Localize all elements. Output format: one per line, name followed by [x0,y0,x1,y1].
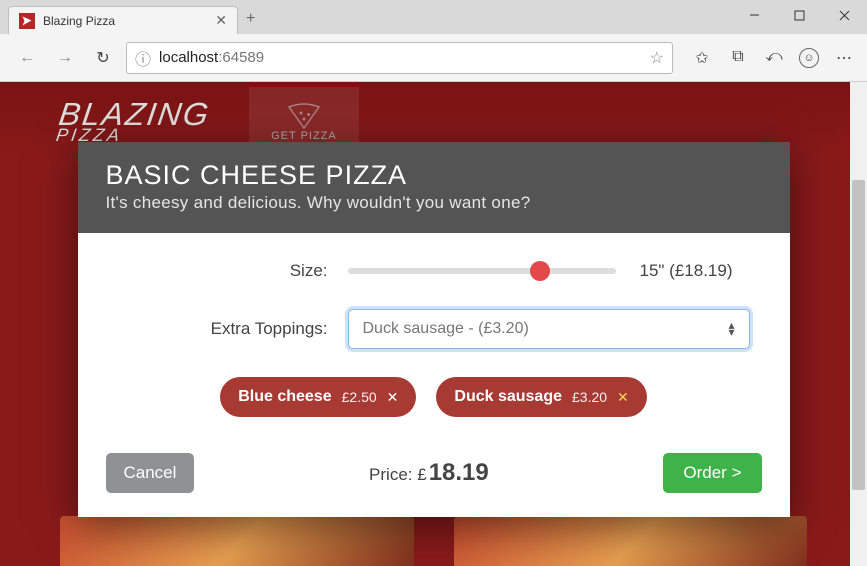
maximize-button[interactable] [777,0,822,30]
window-controls [732,0,867,30]
size-value: 15" (£18.19) [640,261,750,281]
url-text: localhost:64589 [159,49,264,66]
address-bar: ← → ↻ ⓘ localhost:64589 ☆ ✩ ⧉ ⤺ ☺ ⋯ [0,34,867,82]
topping-tag-price: £3.20 [572,389,607,405]
size-slider[interactable] [348,268,616,274]
reload-button[interactable]: ↻ [88,43,118,73]
selected-toppings-tags: Blue cheese £2.50 ✕ Duck sausage £3.20 ✕ [118,377,750,417]
profile-icon[interactable]: ☺ [799,48,819,68]
tab-title: Blazing Pizza [43,14,207,28]
share-icon[interactable]: ⤺ [763,48,785,68]
size-label: Size: [118,261,348,281]
topping-tag-name: Duck sausage [454,388,562,406]
toppings-selected-value: Duck sausage - (£3.20) [363,320,529,338]
dialog-title: BASIC CHEESE PIZZA [106,160,762,191]
toppings-select[interactable]: Duck sausage - (£3.20) ▴▾ [348,309,750,349]
minimize-button[interactable] [732,0,777,30]
page-content: BLAZING PIZZA GET PIZZA BASIC CHEESE PIZ… [0,82,867,566]
toppings-label: Extra Toppings: [118,319,348,339]
order-button[interactable]: Order > [663,453,761,493]
more-icon[interactable]: ⋯ [833,48,855,68]
size-slider-thumb[interactable] [530,261,550,281]
topping-tag: Blue cheese £2.50 ✕ [220,377,416,417]
browser-tab[interactable]: Blazing Pizza ✕ [8,6,238,34]
new-tab-button[interactable]: + [246,10,255,28]
configure-pizza-dialog: BASIC CHEESE PIZZA It's cheesy and delic… [78,142,790,517]
favorite-icon[interactable]: ☆ [650,48,664,68]
close-window-button[interactable] [822,0,867,30]
back-button[interactable]: ← [12,43,42,73]
topping-tag-name: Blue cheese [238,388,331,406]
price-display: Price: £18.19 [194,459,663,487]
forward-button[interactable]: → [50,43,80,73]
favicon-icon [19,13,35,29]
remove-topping-icon[interactable]: ✕ [617,389,629,406]
cancel-button[interactable]: Cancel [106,453,195,493]
modal-overlay: BASIC CHEESE PIZZA It's cheesy and delic… [0,82,867,566]
topping-tag: Duck sausage £3.20 ✕ [436,377,646,417]
info-icon: ⓘ [135,46,151,70]
dialog-subtitle: It's cheesy and delicious. Why wouldn't … [106,193,762,213]
dialog-header: BASIC CHEESE PIZZA It's cheesy and delic… [78,142,790,233]
favorites-icon[interactable]: ✩ [691,48,713,68]
browser-titlebar: Blazing Pizza ✕ + [0,0,867,34]
collections-icon[interactable]: ⧉ [727,48,749,68]
url-field[interactable]: ⓘ localhost:64589 ☆ [126,42,673,74]
remove-topping-icon[interactable]: ✕ [387,389,399,406]
topping-tag-price: £2.50 [342,389,377,405]
tab-close-icon[interactable]: ✕ [215,12,227,29]
chevron-updown-icon: ▴▾ [728,322,734,336]
